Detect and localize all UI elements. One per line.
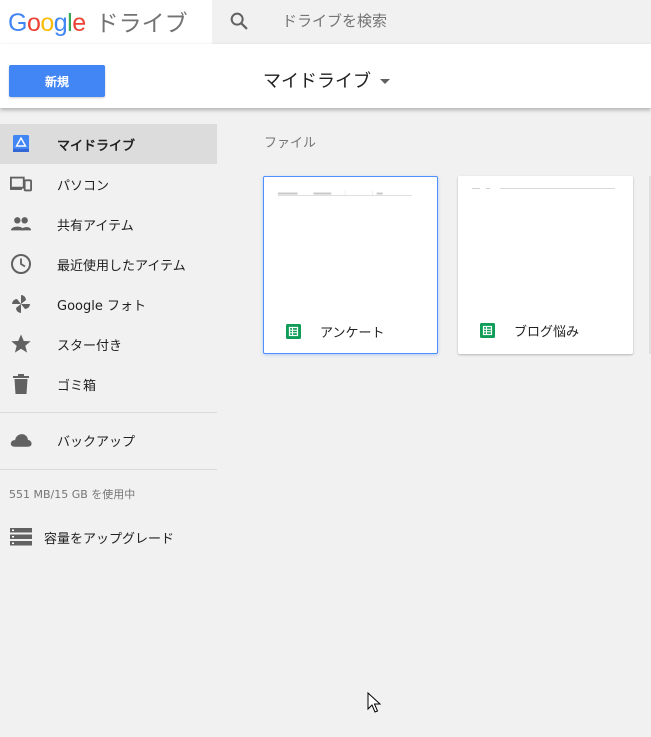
sidebar-item-my-drive[interactable]: マイドライブ (0, 124, 217, 164)
file-thumbnail (472, 188, 615, 189)
search-icon[interactable] (228, 10, 250, 32)
sidebar-item-label: 共有アイテム (57, 218, 134, 234)
caret-down-icon (380, 78, 390, 84)
logo-letter: e (72, 9, 86, 37)
my-drive-icon (10, 133, 32, 155)
sidebar-item-label: パソコン (57, 178, 110, 194)
star-icon (10, 333, 32, 355)
sidebar-item-label: ゴミ箱 (57, 378, 97, 394)
file-name: ブログ悩み (514, 325, 580, 340)
trash-icon (10, 373, 32, 395)
sidebar-item-shared[interactable]: 共有アイテム (0, 204, 217, 244)
upgrade-storage-label: 容量をアップグレード (44, 532, 175, 547)
sidebar-divider (0, 412, 217, 413)
file-card[interactable]: ブログ悩み (458, 176, 633, 354)
sidebar-item-starred[interactable]: スター付き (0, 324, 217, 364)
sidebar-item-trash[interactable]: ゴミ箱 (0, 364, 217, 404)
sidebar-item-label: Google フォト (57, 298, 146, 314)
file-card[interactable]: アンケート (263, 176, 438, 354)
google-wordmark: Google (8, 9, 86, 38)
sidebar: マイドライブ パソコン 共有アイテム 最近使用したアイテム Google フォト… (0, 108, 217, 737)
search-bar[interactable] (212, 0, 651, 44)
computers-icon (10, 173, 32, 195)
storage-icon (10, 528, 32, 546)
sheets-icon (480, 323, 495, 338)
storage-usage-text: 551 MB/15 GB を使用中 (9, 488, 136, 501)
sidebar-divider (0, 469, 217, 470)
location-dropdown[interactable]: マイドライブ (263, 66, 390, 94)
file-name: アンケート (320, 326, 385, 341)
logo-letter: o (40, 9, 54, 37)
logo-letter: o (26, 9, 41, 37)
product-name: ドライブ (95, 11, 188, 37)
shared-people-icon (10, 213, 32, 235)
logo-letter: G (8, 9, 27, 37)
file-card-footer: ブログ悩み (458, 314, 633, 346)
sidebar-item-recent[interactable]: 最近使用したアイテム (0, 244, 217, 284)
cloud-icon (10, 429, 32, 451)
action-bar: 新規 マイドライブ (0, 44, 651, 108)
logo-letter: g (53, 9, 68, 37)
sidebar-item-label: バックアップ (57, 434, 136, 450)
files-section-title: ファイル (264, 136, 317, 151)
top-bar: Google ドライブ (0, 0, 651, 44)
sidebar-item-computers[interactable]: パソコン (0, 164, 217, 204)
sidebar-item-backup[interactable]: バックアップ (0, 420, 217, 460)
sidebar-item-label: マイドライブ (57, 138, 136, 154)
upgrade-storage-link[interactable]: 容量をアップグレード (0, 520, 217, 554)
clock-icon (10, 253, 32, 275)
sidebar-item-google-photos[interactable]: Google フォト (0, 284, 217, 324)
new-button[interactable]: 新規 (9, 65, 105, 97)
file-thumbnail (277, 190, 413, 197)
location-title: マイドライブ (263, 71, 371, 92)
mouse-cursor-icon (367, 692, 381, 713)
file-card-footer: アンケート (264, 315, 437, 347)
search-input[interactable] (282, 8, 622, 34)
sheets-icon (286, 324, 301, 339)
pinwheel-icon (10, 293, 32, 315)
google-drive-logo[interactable]: Google ドライブ (8, 4, 188, 38)
sidebar-item-label: スター付き (57, 338, 123, 354)
sidebar-item-label: 最近使用したアイテム (57, 258, 186, 274)
